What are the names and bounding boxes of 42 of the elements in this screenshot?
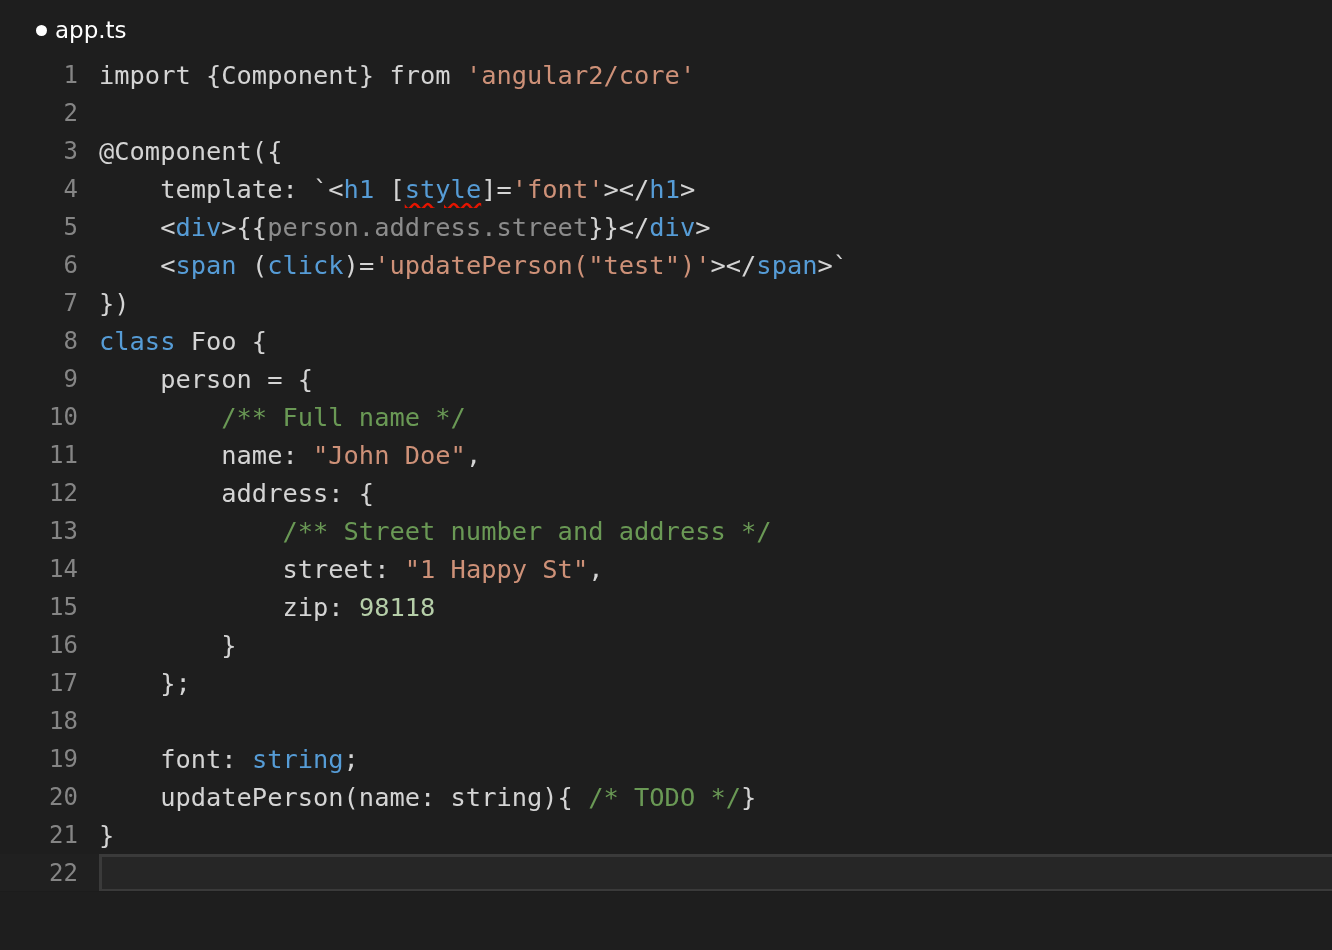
line-number: 10	[48, 402, 78, 431]
code-line: @Component({	[98, 134, 284, 168]
line-number: 9	[62, 364, 78, 393]
line-number: 4	[62, 174, 78, 203]
line-number: 17	[48, 668, 78, 697]
line-number: 16	[48, 630, 78, 659]
code-line: class Foo {	[98, 324, 269, 358]
code-line: person = {	[159, 362, 314, 396]
code-line: zip: 98118	[281, 590, 437, 624]
line-number: 1	[62, 60, 78, 89]
code-line: import {Component} from 'angular2/core'	[98, 58, 697, 92]
line-number: 3	[62, 136, 78, 165]
line-number: 8	[62, 326, 78, 355]
code-line: font: string;	[159, 742, 360, 776]
code-line: })	[98, 286, 131, 320]
line-number: 20	[48, 782, 78, 811]
tab-title[interactable]: app.ts	[55, 17, 127, 43]
code-line: <div>{{person.address.street}}</div>	[159, 210, 712, 244]
line-number: 6	[62, 250, 78, 279]
code-line: street: "1 Happy St",	[281, 552, 605, 586]
code-line: }	[98, 818, 116, 852]
code-line: /** Street number and address */	[281, 514, 773, 548]
line-number: 7	[62, 288, 78, 317]
line-number: 21	[48, 820, 78, 849]
code-line: template: `<h1 [style]='font'></h1>	[159, 172, 697, 206]
line-number: 15	[48, 592, 78, 621]
code-line: <span (click)='updatePerson("test")'></span>`	[159, 248, 850, 282]
line-number: 22	[48, 858, 78, 887]
line-number: 18	[48, 706, 78, 735]
code-line: };	[159, 666, 192, 700]
line-number: 19	[48, 744, 78, 773]
line-number: 12	[48, 478, 78, 507]
code-line: /** Full name */	[220, 400, 467, 434]
code-line: name: "John Doe",	[220, 438, 483, 472]
line-number: 14	[48, 554, 78, 583]
line-number: 13	[48, 516, 78, 545]
line-number: 11	[48, 440, 78, 469]
code-line: address: {	[220, 476, 376, 510]
line-number: 2	[62, 98, 78, 127]
code-line: updatePerson(name: string){ /* TODO */}	[159, 780, 758, 814]
code-line: }	[220, 628, 238, 662]
line-number: 5	[62, 212, 78, 241]
